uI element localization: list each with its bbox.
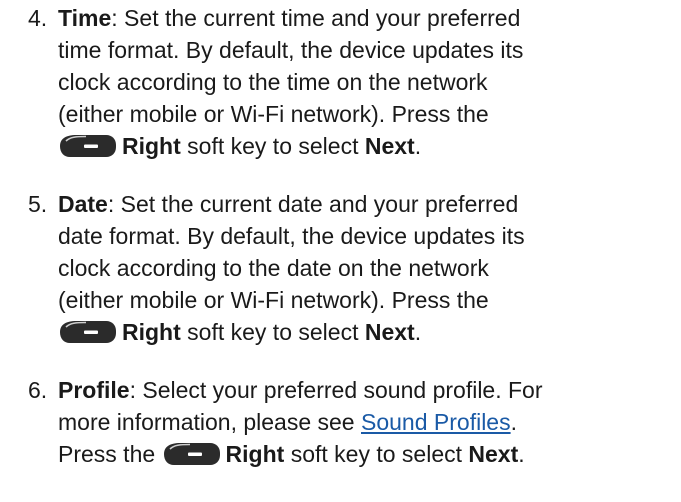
key-label: Right — [122, 319, 181, 345]
step-line: date format. By default, the device upda… — [58, 223, 525, 249]
right-softkey-icon — [162, 441, 222, 467]
manual-page: 4. Time: Set the current time and your p… — [0, 0, 681, 502]
step-line: time format. By default, the device upda… — [58, 37, 524, 63]
action-label: Next — [468, 441, 519, 467]
step-line: Press the Right soft key to select Next. — [58, 441, 525, 467]
step-term: Profile — [58, 377, 130, 403]
step-number: 6. — [28, 377, 48, 403]
step-line: Profile: Select your preferred sound pro… — [58, 377, 543, 403]
step-line: (either mobile or Wi-Fi network). Press … — [58, 101, 489, 127]
step-line: clock according to the date on the netwo… — [58, 255, 489, 281]
step-line: Date: Set the current date and your pref… — [58, 191, 519, 217]
step-body: Date: Set the current date and your pref… — [58, 188, 678, 348]
right-softkey-icon — [58, 133, 118, 159]
step-term: Time — [58, 5, 112, 31]
step-line: (either mobile or Wi-Fi network). Press … — [58, 287, 489, 313]
key-label: Right — [225, 441, 285, 467]
step-number: 4. — [28, 5, 48, 31]
right-softkey-icon — [58, 319, 118, 345]
step-number: 5. — [28, 191, 48, 217]
step-line: Right soft key to select Next. — [58, 316, 678, 348]
sound-profiles-link[interactable]: Sound Profiles — [361, 409, 511, 435]
step-body: Profile: Select your preferred sound pro… — [58, 374, 678, 470]
key-label: Right — [122, 133, 181, 159]
step-line: Time: Set the current time and your pref… — [58, 5, 521, 31]
action-label: Next — [364, 133, 415, 159]
action-label: Next — [364, 319, 415, 345]
step-line: clock according to the time on the netwo… — [58, 69, 488, 95]
step-body: Time: Set the current time and your pref… — [58, 2, 678, 162]
step-term: Date — [58, 191, 108, 217]
step-line: Right soft key to select Next. — [58, 130, 678, 162]
step-line: more information, please see Sound Profi… — [58, 409, 517, 435]
